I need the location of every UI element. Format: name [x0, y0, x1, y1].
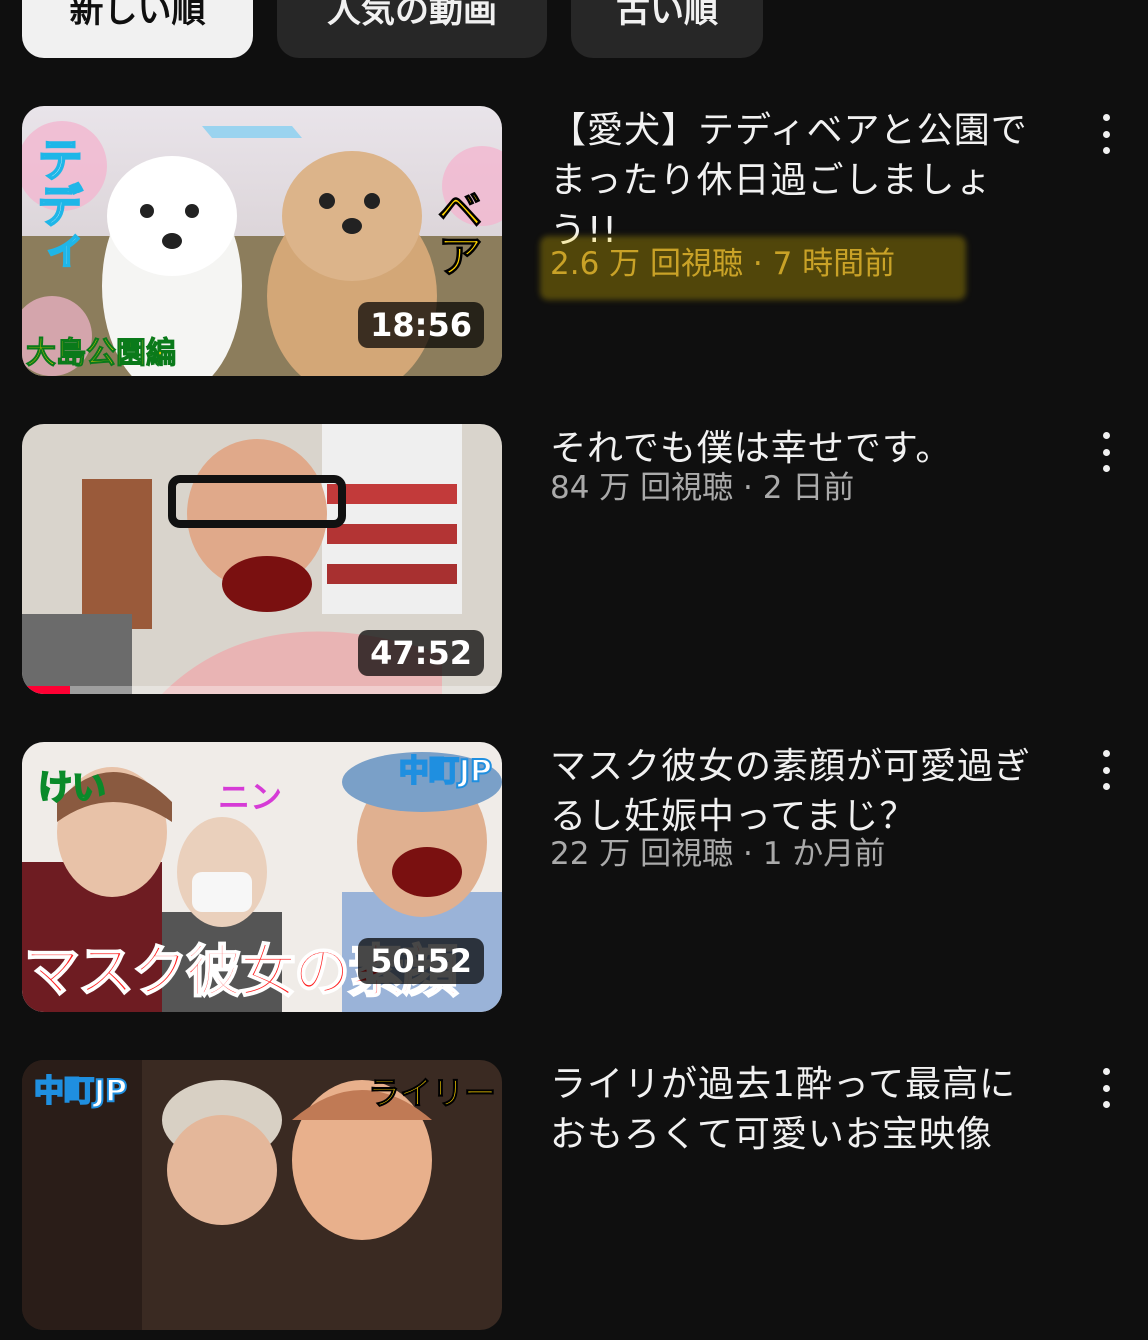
- video-duration: 50:52: [358, 938, 484, 984]
- video-item[interactable]: 47:52 それでも僕は幸せです。 84 万 回視聴 · 2 日前: [0, 424, 1148, 704]
- thumbnail-caption-name: ライリー: [367, 1074, 496, 1113]
- video-title[interactable]: マスク彼女の素顔が可愛過ぎるし妊娠中ってまじ？: [550, 742, 1050, 842]
- view-count: 84 万 回視聴: [550, 470, 734, 506]
- meta-separator: ·: [752, 246, 763, 282]
- chip-newest[interactable]: 新しい順: [22, 0, 253, 58]
- video-duration: 47:52: [358, 630, 484, 676]
- video-meta: 22 万 回視聴 · 1 か月前: [550, 834, 1050, 874]
- video-thumbnail[interactable]: 中町JP ライリー: [22, 1060, 502, 1330]
- upload-age: 2 日前: [762, 470, 855, 506]
- view-count: 22 万 回視聴: [550, 836, 734, 872]
- video-thumbnail[interactable]: けい ニン 中町JP マスク彼女の素顔 50:52: [22, 742, 502, 1012]
- video-duration: 18:56: [358, 302, 484, 348]
- video-item[interactable]: テディ ベア 大島公園編 18:56 【愛犬】テディベアと公園でまったり休日過ご…: [0, 106, 1148, 386]
- video-title[interactable]: 【愛犬】テディベアと公園でまったり休日過ごしましょう!!: [550, 106, 1050, 256]
- video-item[interactable]: 中町JP ライリー ライリが過去1酔って最高におもろくて可愛いお宝映像: [0, 1060, 1148, 1340]
- watch-progress-bar: [22, 686, 502, 694]
- view-count: 2.6 万 回視聴: [550, 246, 744, 282]
- sort-chip-bar: 新しい順 人気の動画 古い順: [0, 0, 1148, 70]
- upload-age: 7 時間前: [772, 246, 896, 282]
- chip-popular[interactable]: 人気の動画: [277, 0, 547, 58]
- video-thumbnail[interactable]: テディ ベア 大島公園編 18:56: [22, 106, 502, 376]
- video-thumbnail[interactable]: 47:52: [22, 424, 502, 694]
- meta-separator: ·: [743, 470, 753, 506]
- thumbnail-caption-name2: ニン: [218, 778, 283, 816]
- more-options-icon[interactable]: [1092, 114, 1120, 154]
- video-title[interactable]: ライリが過去1酔って最高におもろくて可愛いお宝映像: [550, 1060, 1050, 1160]
- thumbnail-caption-channel: 中町JP: [33, 1073, 128, 1110]
- more-options-icon[interactable]: [1092, 1068, 1120, 1108]
- meta-separator: ·: [743, 836, 753, 872]
- more-options-icon[interactable]: [1092, 750, 1120, 790]
- video-title[interactable]: それでも僕は幸せです。: [550, 424, 1050, 474]
- upload-age: 1 か月前: [762, 836, 886, 872]
- video-item[interactable]: けい ニン 中町JP マスク彼女の素顔 50:52 マスク彼女の素顔が可愛過ぎる…: [0, 742, 1148, 1022]
- chip-oldest[interactable]: 古い順: [571, 0, 763, 58]
- thumbnail-caption-right: ベア: [430, 186, 485, 279]
- video-meta: 84 万 回視聴 · 2 日前: [550, 468, 1050, 508]
- thumbnail-caption-bottom: 大島公園編: [26, 336, 177, 372]
- more-options-icon[interactable]: [1092, 432, 1120, 472]
- thumbnail-caption-channel: 中町JP: [398, 753, 493, 790]
- video-meta: 2.6 万 回視聴 · 7 時間前: [550, 244, 1050, 284]
- thumbnail-caption-name1: けい: [37, 767, 107, 809]
- thumbnail-caption-left: テディ: [29, 135, 85, 275]
